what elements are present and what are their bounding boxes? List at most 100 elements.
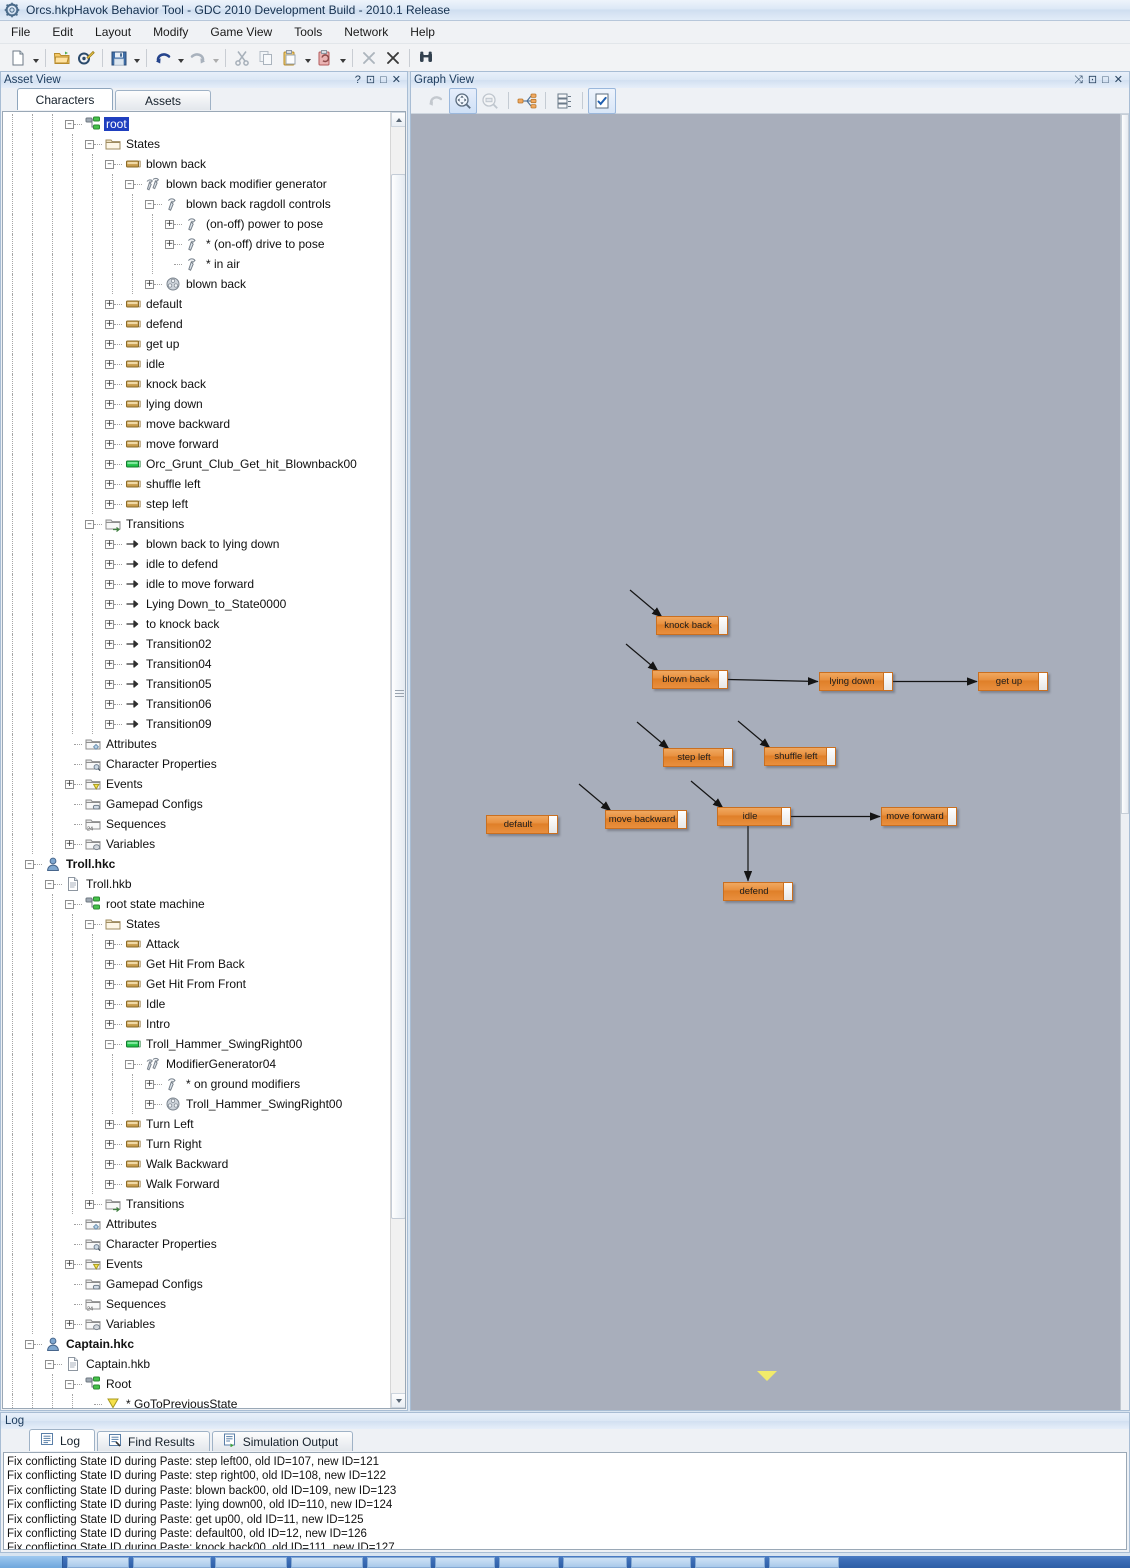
tree-item[interactable]: + blown back [3,274,390,294]
collapse-toggle-icon[interactable]: – [145,199,154,209]
tree-item[interactable]: + defend [3,314,390,334]
tree-item[interactable]: – States [3,914,390,934]
expand-toggle-icon[interactable]: + [165,239,174,249]
tree-item[interactable]: + Variables [3,1314,390,1334]
tree-item[interactable]: – Transitions [3,514,390,534]
asset-view-float-button[interactable]: ⊡ [366,74,375,86]
asset-view-maximize-button[interactable]: □ [380,74,387,86]
asset-view-help-button[interactable]: ? [355,74,361,86]
expand-toggle-icon[interactable]: + [105,439,114,449]
expand-toggle-icon[interactable]: + [105,699,114,709]
collapse-toggle-icon[interactable]: – [85,519,94,529]
tree-item[interactable]: Gamepad Configs [3,1274,390,1294]
align-nodes-icon[interactable] [551,89,577,113]
tree-item[interactable]: + Orc_Grunt_Club_Get_hit_Blownback00 [3,454,390,474]
collapse-toggle-icon[interactable]: – [125,179,134,189]
collapse-toggle-icon[interactable]: – [85,139,94,149]
graph-node[interactable]: move forward [881,807,957,826]
collapse-toggle-icon[interactable]: – [25,1339,34,1349]
back-arrow-icon[interactable] [423,89,449,113]
tree-item[interactable]: + knock back [3,374,390,394]
log-output-text[interactable]: Fix conflicting State ID during Paste: s… [3,1452,1127,1550]
menu-item-network[interactable]: Network [333,22,399,42]
graph-scrollbar-thumb[interactable] [1121,114,1129,814]
tree-item[interactable]: + Transitions [3,1194,390,1214]
asset-tree-scrollbar[interactable] [390,112,405,1408]
expand-toggle-icon[interactable]: + [65,779,74,789]
tree-item[interactable]: + step left [3,494,390,514]
undo-dropdown-caret[interactable] [175,46,186,70]
taskbar-item[interactable] [67,1556,129,1568]
paste-special-icon[interactable] [313,46,337,70]
expand-toggle-icon[interactable]: + [105,319,114,329]
tree-item[interactable]: + shuffle left [3,474,390,494]
tree-item[interactable]: + Transition06 [3,694,390,714]
zoom-fit-icon[interactable] [449,87,477,114]
collapse-toggle-icon[interactable]: – [125,1059,134,1069]
expand-toggle-icon[interactable]: + [145,279,154,289]
expand-toggle-icon[interactable]: + [65,1319,74,1329]
expand-toggle-icon[interactable]: + [105,559,114,569]
undo-icon[interactable] [151,46,175,70]
collapse-toggle-icon[interactable]: – [45,1359,54,1369]
zoom-selection-icon[interactable] [477,89,503,113]
expand-toggle-icon[interactable]: + [105,499,114,509]
show-properties-icon[interactable] [588,87,616,114]
edit-project-icon[interactable] [74,46,98,70]
tree-item[interactable]: – root [3,114,390,134]
asset-view-close-button[interactable]: ✕ [392,74,401,86]
tree-item[interactable]: + idle [3,354,390,374]
expand-toggle-icon[interactable]: + [105,419,114,429]
graph-node[interactable]: lying down [819,672,893,691]
menu-item-layout[interactable]: Layout [84,22,142,42]
tab-log[interactable]: Log [29,1429,96,1451]
tree-item[interactable]: * in air [3,254,390,274]
collapse-toggle-icon[interactable]: – [65,899,74,909]
expand-toggle-icon[interactable]: + [105,619,114,629]
tree-item[interactable]: + Events [3,774,390,794]
find-binoculars-icon[interactable] [414,46,438,70]
tree-item[interactable]: Attributes [3,734,390,754]
graph-node[interactable]: defend [723,882,793,901]
expand-toggle-icon[interactable]: + [105,1139,114,1149]
collapse-toggle-icon[interactable]: – [65,119,74,129]
start-button[interactable] [0,1556,63,1568]
menu-item-help[interactable]: Help [399,22,446,42]
tree-item[interactable]: + Attack [3,934,390,954]
tree-item[interactable]: + idle to move forward [3,574,390,594]
expand-toggle-icon[interactable]: + [105,299,114,309]
expand-toggle-icon[interactable]: + [105,399,114,409]
tree-item[interactable]: + Lying Down_to_State0000 [3,594,390,614]
scroll-up-arrow-icon[interactable] [391,112,405,127]
tree-item[interactable]: – Root [3,1374,390,1394]
collapse-toggle-icon[interactable]: – [65,1379,74,1389]
tree-item[interactable]: + * (on-off) drive to pose [3,234,390,254]
tree-item[interactable]: + move forward [3,434,390,454]
tree-item[interactable]: – root state machine [3,894,390,914]
expand-toggle-icon[interactable]: + [85,1199,94,1209]
collapse-toggle-icon[interactable]: – [45,879,54,889]
tab-characters[interactable]: Characters [17,88,113,110]
paste-special-dropdown-caret[interactable] [337,46,348,70]
collapse-toggle-icon[interactable]: – [105,1039,114,1049]
graph-node[interactable]: idle [717,807,791,826]
new-document-icon[interactable] [6,46,30,70]
graph-node[interactable]: blown back [652,670,728,689]
graph-node[interactable]: step left [663,748,733,767]
tree-item[interactable]: * GoToPreviousState [3,1394,390,1408]
tree-item[interactable]: – blown back modifier generator [3,174,390,194]
graph-view-maximize-button[interactable]: □ [1102,74,1109,86]
expand-toggle-icon[interactable]: + [105,539,114,549]
layout-graph-icon[interactable] [514,89,540,113]
collapse-toggle-icon[interactable]: – [25,859,34,869]
expand-toggle-icon[interactable]: + [65,839,74,849]
expand-toggle-icon[interactable]: + [105,339,114,349]
tree-item[interactable]: Character Properties [3,754,390,774]
save-dropdown-caret[interactable] [131,46,142,70]
tree-item[interactable]: – States [3,134,390,154]
expand-toggle-icon[interactable]: + [105,979,114,989]
tree-item[interactable]: + Transition05 [3,674,390,694]
delete-all-icon[interactable] [381,46,405,70]
expand-toggle-icon[interactable]: + [105,459,114,469]
collapse-toggle-icon[interactable]: – [85,919,94,929]
